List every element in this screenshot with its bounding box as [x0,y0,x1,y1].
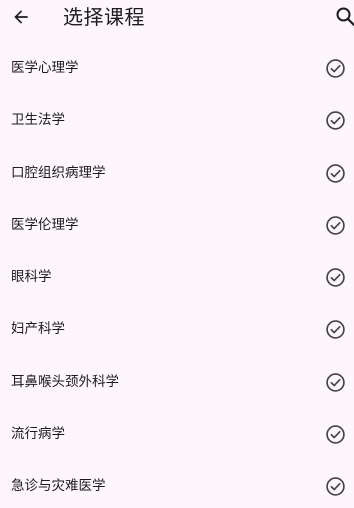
back-button[interactable] [8,4,34,30]
arrow-back-icon [14,10,28,24]
course-selection-screen: 选择课程 医学心理学 卫生法学 口腔组织病理学 医学伦理学 眼科学 妇产科学 耳… [0,0,354,508]
course-item[interactable]: 耳鼻喉头颈外科学 [0,357,354,409]
course-label: 流行病学 [11,426,65,443]
check-circle-icon[interactable] [325,215,346,236]
course-item[interactable]: 医学心理学 [0,43,354,95]
course-label: 耳鼻喉头颈外科学 [11,373,119,390]
course-item[interactable]: 妇产科学 [0,304,354,356]
check-circle-icon[interactable] [325,267,346,288]
check-circle-icon[interactable] [325,372,346,393]
course-item[interactable]: 急诊与灾难医学 [0,461,354,508]
course-item[interactable]: 流行病学 [0,409,354,461]
check-circle-icon[interactable] [325,424,346,445]
course-item[interactable]: 医学伦理学 [0,200,354,252]
course-item[interactable]: 口腔组织病理学 [0,148,354,200]
course-label: 眼科学 [11,269,52,286]
search-button[interactable] [334,5,354,29]
course-label: 急诊与灾难医学 [11,478,106,495]
course-label: 妇产科学 [11,321,65,338]
course-item[interactable]: 卫生法学 [0,95,354,147]
course-label: 卫生法学 [11,112,65,129]
course-label: 口腔组织病理学 [11,164,106,181]
course-label: 医学心理学 [11,60,79,76]
top-app-bar: 选择课程 [0,0,354,34]
search-icon [336,7,354,27]
check-circle-icon[interactable] [325,110,346,131]
course-label: 医学伦理学 [11,216,79,233]
check-circle-icon[interactable] [325,163,346,184]
check-circle-icon[interactable] [325,58,346,79]
course-item[interactable]: 眼科学 [0,252,354,304]
page-title: 选择课程 [63,5,145,29]
check-circle-icon[interactable] [325,476,346,497]
course-list: 医学心理学 卫生法学 口腔组织病理学 医学伦理学 眼科学 妇产科学 耳鼻喉头颈外… [0,43,354,508]
check-circle-icon[interactable] [325,319,346,340]
